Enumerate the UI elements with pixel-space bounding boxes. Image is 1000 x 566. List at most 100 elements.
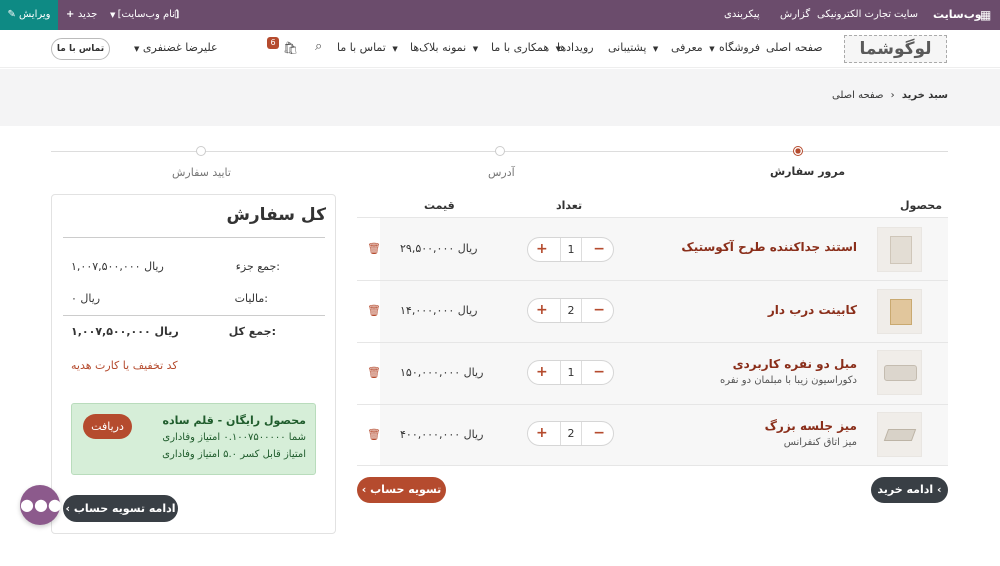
reward-title: محصول رایگان - قلم ساده (162, 414, 306, 427)
continue-checkout-label: ادامه تسویه حساب (73, 502, 176, 515)
nav-cooperation[interactable]: همکاری با ما ▼ (491, 30, 561, 68)
product-price: ۱۴,۰۰۰,۰۰۰ ریال (400, 304, 478, 317)
chat-bubble-icon[interactable]: ●●● (20, 485, 62, 525)
caret-down-icon: ▼ (134, 45, 140, 53)
nav-events[interactable]: رویدادها (557, 30, 594, 68)
caret-down-icon: ▼ (110, 11, 118, 19)
new-button[interactable]: + جدید (66, 0, 97, 30)
table-icon (883, 429, 917, 441)
cart-count-badge: 6 (267, 37, 279, 49)
trash-icon[interactable]: 🗑 (367, 304, 381, 317)
trash-icon[interactable]: 🗑 (367, 428, 381, 441)
step-address-label: آدرس (488, 166, 515, 179)
search-icon[interactable]: ⌕ (315, 39, 322, 54)
edit-label: ویرایش (19, 9, 51, 20)
edit-button[interactable]: ✎ ویرایش (0, 0, 58, 30)
nav-label: معرفی (671, 41, 703, 54)
total-value: ۱,۰۰۷,۵۰۰,۰۰۰ ریال (71, 325, 179, 338)
plus-icon[interactable]: + (536, 302, 548, 319)
product-name-link[interactable]: استند جداکننده طرح آکوستیک (681, 240, 857, 254)
site-logo[interactable]: لوگوشما (844, 35, 947, 63)
contact-us-button[interactable]: تماس با ما (51, 38, 110, 60)
minus-icon[interactable]: − (593, 425, 605, 442)
apps-grid-icon[interactable]: ▦ (980, 0, 991, 30)
caret-down-icon: ▼ (392, 45, 398, 53)
row-divider (357, 465, 948, 466)
breadcrumb-area: سبد خرید ‹ صفحه اصلی (0, 69, 1000, 126)
product-price: ۱۵۰,۰۰۰,۰۰۰ ریال (400, 366, 484, 379)
product-price: ۲۹,۵۰۰,۰۰۰ ریال (400, 242, 478, 255)
header-price: قیمت (424, 199, 455, 212)
main-navbar: تماس با ما ▼ علیرضا غضنفری 6 🛍 ⌕ تماس با… (0, 30, 1000, 68)
summary-divider (63, 315, 325, 316)
quantity-stepper: − 2 + (527, 298, 614, 323)
product-price: ۴۰۰,۰۰۰,۰۰۰ ریال (400, 428, 484, 441)
nav-support[interactable]: پشتیبانی ▼ (608, 30, 658, 68)
caret-down-icon: ▼ (472, 45, 479, 53)
nav-label: پشتیبانی (608, 41, 647, 54)
claim-reward-button[interactable]: دریافت (83, 414, 132, 439)
product-image[interactable] (877, 412, 922, 457)
caret-down-icon: ▼ (709, 45, 715, 53)
minus-icon[interactable]: − (593, 241, 605, 258)
checkout-button[interactable]: ‹ تسویه حساب (357, 477, 446, 503)
tax-value: ۰ ریال (71, 292, 101, 305)
checkout-label: تسویه حساب (370, 483, 442, 496)
tax-label: مالیات: (234, 292, 268, 305)
product-name-link[interactable]: مبل دو نفره کاربردی (733, 357, 857, 371)
coupon-link[interactable]: کد تخفیف یا کارت هدیه (71, 359, 178, 372)
subtotal-value: ۱,۰۰۷,۵۰۰,۰۰۰ ریال (71, 260, 164, 273)
quantity-input[interactable]: 2 (560, 422, 582, 445)
quantity-input[interactable]: 1 (560, 238, 582, 261)
plus-icon[interactable]: + (536, 425, 548, 442)
minus-icon[interactable]: − (593, 364, 605, 381)
plus-icon[interactable]: + (536, 364, 548, 381)
continue-shopping-button[interactable]: ادامه خرید ‹ (871, 477, 948, 503)
caret-down-icon: ▼ (652, 45, 659, 53)
nav-shop[interactable]: فروشگاه (719, 30, 760, 68)
quantity-stepper: − 1 + (527, 360, 614, 385)
step-dot-review (793, 146, 803, 156)
total-label: جمع کل: (228, 325, 276, 338)
plus-icon: + (66, 9, 78, 20)
product-image[interactable] (877, 227, 922, 272)
quantity-input[interactable]: 1 (560, 361, 582, 384)
topbar-brand[interactable]: وب‌سایت (933, 0, 982, 30)
new-label: جدید (77, 9, 98, 20)
quantity-stepper: − 2 + (527, 421, 614, 446)
quantity-input[interactable]: 2 (560, 299, 582, 322)
plus-icon[interactable]: + (536, 241, 548, 258)
topbar-menu-ecommerce[interactable]: تجارت الکترونیکی (817, 0, 891, 30)
product-description: دکوراسیون زیبا با مبلمان دو نفره (719, 375, 857, 386)
product-name-link[interactable]: کابینت درب دار (768, 303, 857, 317)
trash-icon[interactable]: 🗑 (367, 366, 381, 379)
cart-icon[interactable]: 🛍 (283, 41, 298, 55)
cabinet-icon (890, 299, 912, 325)
topbar-menu-configuration[interactable]: پیکربندی (724, 0, 760, 30)
nav-home[interactable]: صفحه اصلی (766, 30, 823, 68)
continue-checkout-button[interactable]: ‹ ادامه تسویه حساب (63, 495, 178, 522)
topbar-menu-site[interactable]: سایت (894, 0, 918, 30)
product-image[interactable] (877, 289, 922, 334)
website-selector[interactable]: ▼ [نام وب‌سایت] (110, 0, 179, 30)
nav-about[interactable]: معرفی ▼ (671, 30, 715, 68)
loyalty-points: شما ۰.۱۰۰۷۵۰۰۰۰۰ امتیاز وفاداری (162, 432, 306, 443)
step-dot-confirm (196, 146, 206, 156)
nav-sample-blocks[interactable]: نمونه بلاک‌ها ▼ (410, 30, 478, 68)
summary-title: کل سفارش (226, 205, 326, 225)
user-menu[interactable]: ▼ علیرضا غضنفری (131, 30, 218, 68)
product-name-link[interactable]: میز جلسه بزرگ (765, 419, 857, 433)
product-image[interactable] (877, 350, 922, 395)
topbar-menu-reporting[interactable]: گزارش (780, 0, 810, 30)
mobile-preview-icon[interactable]: ▯ (174, 0, 180, 30)
breadcrumb-home[interactable]: صفحه اصلی (832, 90, 883, 101)
minus-icon[interactable]: − (593, 302, 605, 319)
pencil-icon: ✎ (7, 9, 20, 20)
header-product: محصول (900, 199, 943, 212)
nav-label: تماس با ما (337, 41, 386, 54)
trash-icon[interactable]: 🗑 (367, 242, 381, 255)
chevron-left-icon: ‹ (937, 483, 942, 496)
nav-contact[interactable]: تماس با ما ▼ (337, 30, 398, 68)
breadcrumb-current: سبد خرید (901, 90, 948, 101)
admin-topbar: ✎ ویرایش + جدید ▼ [نام وب‌سایت] ▯ پیکربن… (0, 0, 1000, 30)
